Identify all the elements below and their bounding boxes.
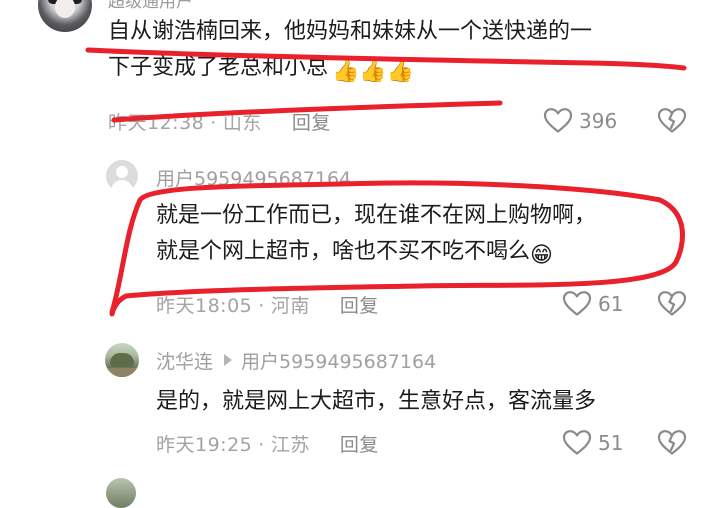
reply-button[interactable]: 回复 bbox=[340, 434, 379, 456]
avatar[interactable] bbox=[106, 478, 136, 508]
like-count: 396 bbox=[579, 108, 618, 133]
reply-text: 是的，就是网上大超市，生意好点，客流量多 bbox=[156, 384, 596, 420]
dislike-button[interactable] bbox=[657, 429, 687, 456]
comment-text-line: 下子变成了老总和小总 👍👍👍 bbox=[108, 50, 592, 90]
grin-emoji: 😁 bbox=[530, 243, 553, 268]
comment-location: 山东 bbox=[222, 112, 262, 134]
reply-button[interactable]: 回复 bbox=[340, 295, 379, 317]
comment-time: 昨天12:38 bbox=[108, 112, 205, 134]
like-button[interactable]: 61 bbox=[562, 290, 623, 317]
reply-username[interactable]: 沈华连 bbox=[156, 351, 213, 373]
reply-to-username[interactable]: 用户5959495687164 bbox=[241, 351, 436, 373]
comment-text-line: 是的，就是网上大超市，生意好点，客流量多 bbox=[156, 389, 597, 414]
comment-text-line: 自从谢浩楠回来，他妈妈和妹妹从一个送快递的一 bbox=[108, 19, 593, 44]
broken-heart-icon bbox=[657, 290, 687, 317]
like-button[interactable]: 51 bbox=[562, 429, 623, 456]
like-button[interactable]: 396 bbox=[543, 107, 617, 134]
avatar[interactable] bbox=[105, 343, 139, 377]
triangle-right-icon bbox=[224, 354, 233, 366]
comment-text: 自从谢浩楠回来，他妈妈和妹妹从一个送快递的一 下子变成了老总和小总 👍👍👍 bbox=[108, 14, 592, 90]
like-count: 61 bbox=[598, 291, 624, 316]
dislike-button[interactable] bbox=[657, 290, 687, 317]
reply-meta: 昨天18:05 · 河南 回复 bbox=[156, 295, 379, 317]
comment-meta: 昨天12:38 · 山东 回复 bbox=[108, 112, 331, 134]
reply-button[interactable]: 回复 bbox=[292, 112, 331, 134]
dislike-button[interactable] bbox=[657, 107, 687, 134]
broken-heart-icon bbox=[657, 429, 687, 456]
heart-outline-icon bbox=[562, 429, 592, 456]
avatar[interactable] bbox=[38, 0, 92, 32]
broken-heart-icon bbox=[657, 107, 687, 134]
reply-text: 就是一份工作而已，现在谁不在网上购物啊， 就是个网上超市，啥也不买不吃不喝么😁 bbox=[156, 198, 596, 274]
comment-time: 昨天19:25 bbox=[156, 434, 253, 456]
comment-text-line: 就是个网上超市，啥也不买不吃不喝么😁 bbox=[156, 234, 596, 274]
comment-location: 江苏 bbox=[270, 434, 310, 456]
heart-outline-icon bbox=[562, 290, 592, 317]
comment-text-line: 就是一份工作而已，现在谁不在网上购物啊， bbox=[156, 203, 597, 228]
comment-username[interactable]: 超级通用户 bbox=[108, 0, 193, 12]
heart-outline-icon bbox=[543, 107, 573, 134]
avatar[interactable] bbox=[106, 160, 138, 192]
reply-username-line: 沈华连 用户5959495687164 bbox=[156, 347, 436, 374]
comment-time: 昨天18:05 bbox=[156, 295, 253, 317]
reply-meta: 昨天19:25 · 江苏 回复 bbox=[156, 434, 379, 456]
like-count: 51 bbox=[598, 430, 624, 455]
comment-location: 河南 bbox=[270, 295, 310, 317]
thumbs-up-emoji: 👍👍👍 bbox=[332, 59, 415, 84]
reply-username[interactable]: 用户5959495687164 bbox=[156, 164, 351, 191]
